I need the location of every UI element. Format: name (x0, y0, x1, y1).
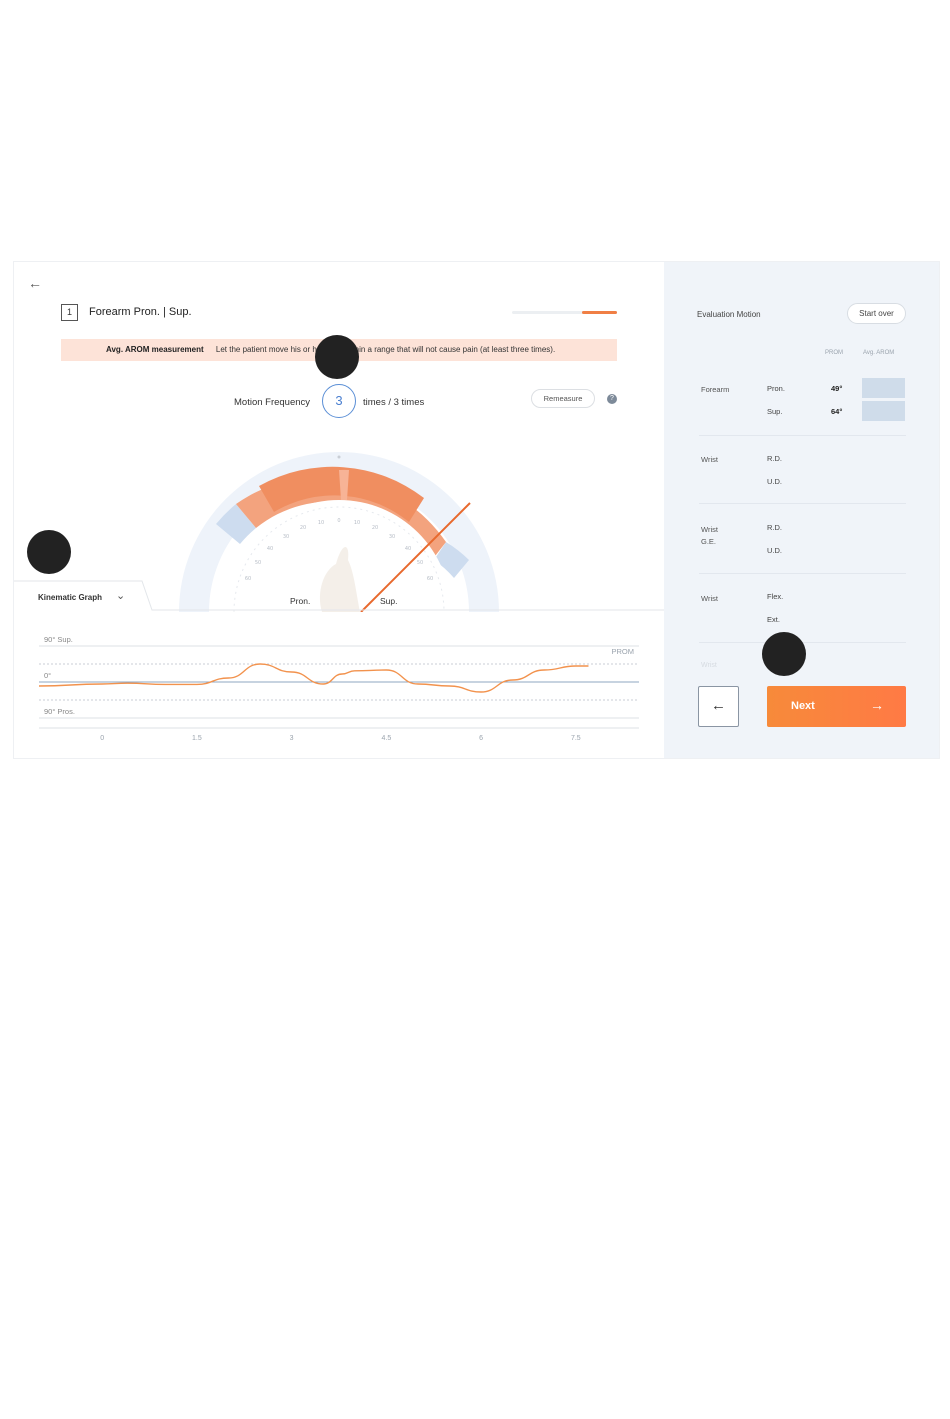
app-window: ← 1 Forearm Pron. | Sup. Avg. AROM measu… (13, 261, 940, 759)
gauge-tick-label: 20 (300, 525, 306, 531)
gauge-tick-label: 30 (283, 534, 289, 540)
touch-marker (315, 335, 359, 379)
avg-arom-cell (862, 401, 905, 421)
motion-label: U.D. (767, 477, 782, 486)
gauge-tick-label: 20 (372, 525, 378, 531)
gauge-tick-label: 40 (405, 546, 411, 552)
gauge-tick-label: 10 (318, 520, 324, 526)
remeasure-button[interactable]: Remeasure (531, 389, 595, 408)
back-arrow-icon[interactable]: ← (28, 276, 42, 290)
banner-text: Let the patient move his or her wrist wi… (215, 345, 556, 354)
start-over-button[interactable]: Start over (847, 303, 906, 324)
motion-label: Ext. (767, 615, 780, 624)
next-button[interactable]: Next → (767, 686, 906, 727)
graph-series-label: PROM (612, 647, 635, 656)
motion-label: R.D. (767, 523, 782, 532)
step-progress-bar (512, 311, 617, 314)
kinematic-graph-tab[interactable]: Kinematic Graph ⌄ (14, 580, 154, 610)
touch-marker (762, 632, 806, 676)
previous-button[interactable]: ← (698, 686, 739, 727)
touch-marker (27, 530, 71, 574)
chevron-down-icon: ⌄ (116, 590, 126, 602)
kinematic-graph: 90° Sup. 0° 90° Pros. PROM 0 1.5 3 4.5 6 7.5 (38, 635, 639, 742)
kinematic-tab-label: Kinematic Graph (38, 593, 103, 602)
gauge-tick-label: 0 (337, 518, 340, 524)
section-name: Wrist (701, 594, 718, 603)
section-wrist-ge[interactable]: Wrist G.E. R.D. U.D. (699, 504, 906, 574)
motion-label: Pron. (767, 384, 785, 393)
motion-label: R.D. (767, 454, 782, 463)
motion-frequency-label: Motion Frequency (234, 397, 311, 408)
gauge-tick-label: 30 (389, 534, 395, 540)
graph-x-tick-label: 3 (290, 735, 294, 742)
next-button-label: Next (791, 700, 815, 712)
graph-x-tick-label: 6 (479, 735, 483, 742)
graph-x-tick-label: 7.5 (571, 735, 581, 742)
avg-arom-cell (862, 378, 905, 398)
prom-value: 49° (831, 384, 843, 393)
motion-label: U.D. (767, 546, 782, 555)
motion-label: Flex. (767, 592, 784, 601)
graph-x-tick-label: 0 (100, 735, 104, 742)
evaluation-title: Evaluation Motion (697, 310, 761, 319)
motion-label: Sup. (767, 407, 783, 416)
gauge-tick-label: 50 (417, 560, 423, 566)
graph-x-tick-label: 1.5 (192, 735, 202, 742)
graph-x-tick-label: 4.5 (382, 735, 392, 742)
graph-y-label-mid: 0° (44, 671, 51, 680)
evaluation-panel: Evaluation Motion Start over PROM Avg. A… (664, 262, 939, 758)
graph-y-label-top: 90° Sup. (44, 635, 73, 644)
section-forearm[interactable]: Forearm Pron. 49° Sup. 64° (699, 372, 906, 436)
section-wrist-rd-ud[interactable]: Wrist R.D. U.D. (699, 436, 906, 504)
section-name: Wrist (701, 455, 718, 464)
page-title: Forearm Pron. | Sup. (89, 306, 192, 318)
step-number-box: 1 (61, 304, 78, 321)
banner-label: Avg. AROM measurement (106, 345, 204, 354)
graph-series-line (38, 663, 589, 693)
gauge-tick-label: 50 (255, 560, 261, 566)
help-icon[interactable]: ? (607, 394, 617, 404)
motion-count-indicator: 3 (322, 384, 356, 418)
motion-count-suffix: times / 3 times (363, 397, 425, 408)
col-header-avg-arom: Avg. AROM (863, 350, 895, 356)
gauge-tick-label: 40 (267, 546, 273, 552)
section-wrist-flex-ext[interactable]: Wrist Flex. Ext. (699, 574, 906, 643)
section-name: Forearm (701, 385, 730, 394)
graph-y-label-bottom: 90° Pros. (44, 707, 75, 716)
gauge-tick-label: 10 (354, 520, 360, 526)
col-header-prom: PROM (825, 350, 843, 356)
prom-value: 64° (831, 407, 843, 416)
step-progress-fill (582, 311, 617, 314)
arrow-right-icon: → (870, 697, 884, 713)
section-name: Wrist G.E. (701, 525, 718, 546)
faded-section-label: Wrist (701, 662, 717, 669)
